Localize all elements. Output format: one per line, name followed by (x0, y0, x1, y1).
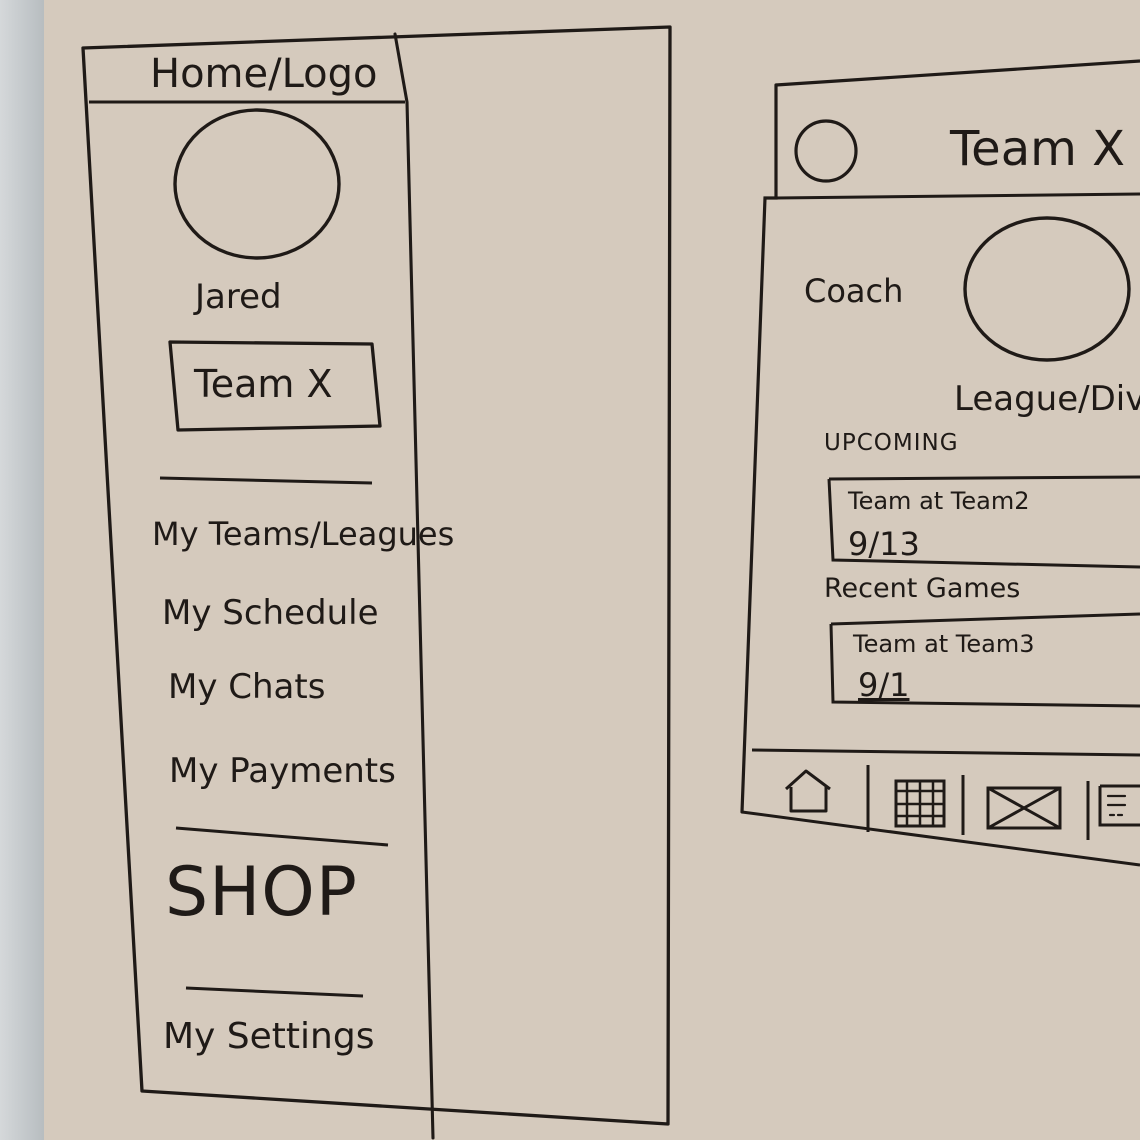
user-name: Jared (195, 277, 282, 317)
team-x-button[interactable]: Team X (194, 365, 333, 403)
recent-game-title[interactable]: Team at Team3 (853, 632, 1035, 656)
nav-my-settings[interactable]: My Settings (163, 1019, 374, 1055)
league-division-label: League/Div (954, 379, 1140, 419)
coach-label: Coach (804, 272, 904, 310)
calendar-icon[interactable] (889, 773, 953, 833)
nav-my-teams-leagues[interactable]: My Teams/Leagues (152, 518, 454, 550)
nav-my-chats[interactable]: My Chats (168, 670, 325, 704)
mail-icon[interactable] (982, 782, 1066, 834)
home-icon[interactable] (778, 765, 838, 817)
team-screen-title: Team X (950, 121, 1126, 177)
recent-game-date: 9/1 (858, 666, 910, 704)
nav-my-payments[interactable]: My Payments (169, 754, 396, 788)
document-icon[interactable] (1094, 780, 1140, 832)
upcoming-heading: UPCOMING (824, 430, 959, 456)
recent-games-heading: Recent Games (824, 573, 1021, 604)
drawer-title: Home/Logo (150, 51, 378, 97)
upcoming-game-date: 9/13 (848, 525, 920, 563)
shop-link[interactable]: SHOP (165, 859, 358, 927)
nav-my-schedule[interactable]: My Schedule (162, 596, 379, 630)
upcoming-game-title[interactable]: Team at Team2 (848, 489, 1030, 513)
